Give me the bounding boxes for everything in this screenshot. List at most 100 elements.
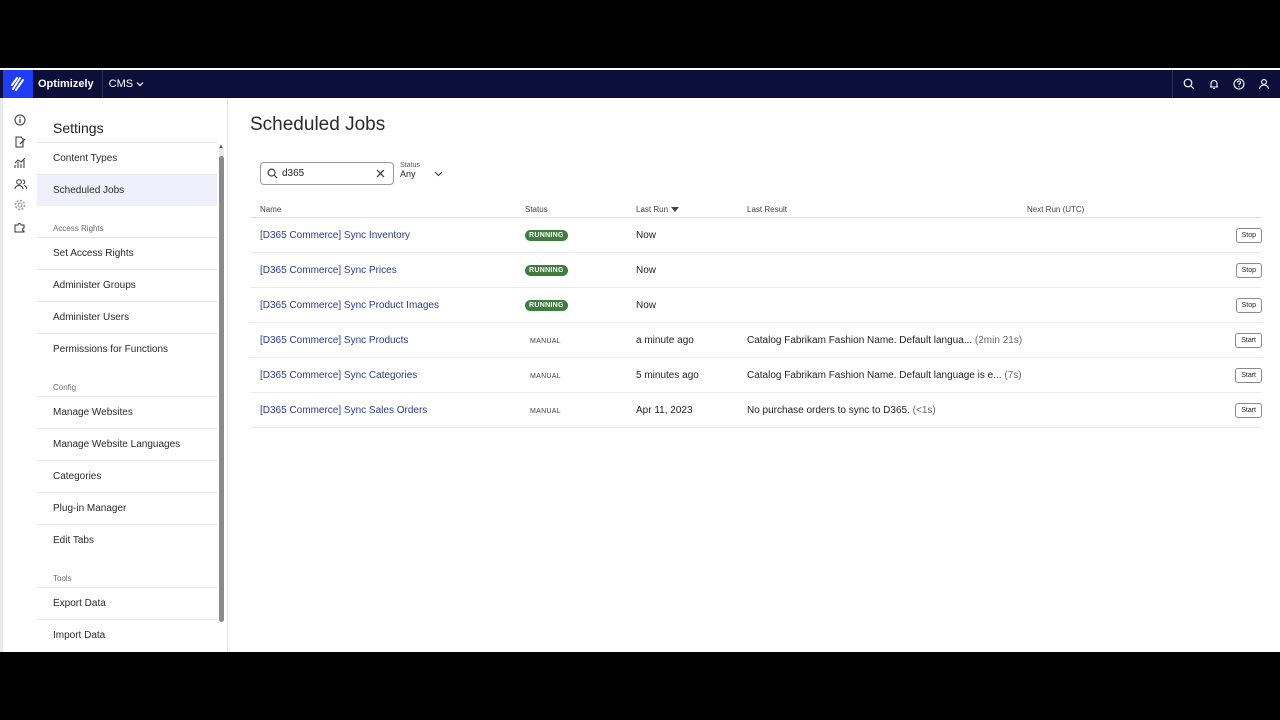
job-action-button[interactable]: Stop xyxy=(1235,297,1262,313)
sort-desc-icon xyxy=(671,207,680,213)
status-badge: RUNNING xyxy=(525,265,568,276)
column-last-run[interactable]: Last Run xyxy=(636,205,747,214)
edit-icon[interactable] xyxy=(13,135,27,149)
sidebar-item-edit-tabs[interactable]: Edit Tabs xyxy=(37,524,217,556)
sidebar-item-set-access-rights[interactable]: Set Access Rights xyxy=(37,237,217,269)
sidebar-list: Content Types Scheduled Jobs Access Rights… xyxy=(37,142,217,651)
column-next-run[interactable]: Next Run (UTC) xyxy=(1027,205,1212,214)
column-last-result[interactable]: Last Result xyxy=(747,205,1027,214)
sidebar-group-label: Access Rights xyxy=(53,224,104,233)
sidebar-item-administer-users[interactable]: Administer Users xyxy=(37,301,217,333)
nav-rail xyxy=(0,98,37,652)
job-action-button[interactable]: Start xyxy=(1235,332,1262,348)
settings-sidebar: Settings Content Types Scheduled Jobs Acce… xyxy=(37,98,228,652)
search-input[interactable] xyxy=(282,168,370,179)
jobs-table: Name Status Last Run Last Result Next Ru… xyxy=(250,202,1262,428)
table-header: Name Status Last Run Last Result Next Ru… xyxy=(250,202,1262,218)
last-result-cell: Catalog Fabrikam Fashion Name. Default l… xyxy=(747,335,1027,346)
sidebar-item-administer-groups[interactable]: Administer Groups xyxy=(37,269,217,301)
column-status[interactable]: Status xyxy=(525,205,636,214)
search-field[interactable] xyxy=(260,162,394,185)
sidebar-item-import-data[interactable]: Import Data xyxy=(37,619,217,651)
sidebar-item-permissions-for-functions[interactable]: Permissions for Functions xyxy=(37,333,217,365)
product-label: CMS xyxy=(108,78,134,90)
sidebar-item-manage-websites[interactable]: Manage Websites xyxy=(37,396,217,428)
scrollbar-thumb[interactable] xyxy=(219,156,224,622)
last-result-cell: No purchase orders to sync to D365. (<1s… xyxy=(747,405,1027,416)
column-name[interactable]: Name xyxy=(250,205,525,214)
job-action-button[interactable]: Start xyxy=(1235,402,1262,418)
duration-text: (<1s) xyxy=(912,404,936,416)
status-cell: MANUAL xyxy=(525,370,636,381)
last-result-cell: Catalog Fabrikam Fashion Name. Default l… xyxy=(747,370,1027,381)
sidebar-scrollbar[interactable] xyxy=(219,146,224,622)
clear-search-icon[interactable] xyxy=(376,169,385,178)
job-name-link[interactable]: [D365 Commerce] Sync Prices xyxy=(250,265,525,276)
table-row: [D365 Commerce] Sync Product Images RUNN… xyxy=(250,288,1262,323)
status-badge: RUNNING xyxy=(525,300,568,311)
puzzle-icon[interactable] xyxy=(13,220,27,234)
main-content: Scheduled Jobs Status Any Name Status La… xyxy=(228,98,1280,652)
job-action-button[interactable]: Start xyxy=(1235,367,1262,383)
table-row: [D365 Commerce] Sync Products MANUAL a m… xyxy=(250,323,1262,358)
sidebar-title: Settings xyxy=(53,120,104,136)
bell-icon[interactable] xyxy=(1206,76,1222,92)
status-filter[interactable]: Status Any xyxy=(400,162,443,179)
info-icon[interactable] xyxy=(13,113,27,127)
job-action-button[interactable]: Stop xyxy=(1235,227,1262,243)
status-cell: RUNNING xyxy=(525,229,636,241)
sidebar-group-label: Config xyxy=(53,383,77,392)
app-window: Optimizely CMS Settings Content Types Sc… xyxy=(0,68,1280,652)
user-icon[interactable] xyxy=(1256,76,1272,92)
sidebar-group-label: Tools xyxy=(53,574,72,583)
search-icon[interactable] xyxy=(1181,76,1197,92)
sidebar-item-categories[interactable]: Categories xyxy=(37,460,217,492)
job-name-link[interactable]: [D365 Commerce] Sync Products xyxy=(250,335,525,346)
search-icon xyxy=(267,168,278,179)
last-run-cell: Now xyxy=(636,229,657,241)
sidebar-item-scheduled-jobs[interactable]: Scheduled Jobs xyxy=(37,174,217,206)
action-cell: Stop xyxy=(1212,297,1262,313)
last-run-cell: 5 minutes ago xyxy=(636,369,699,381)
top-bar-actions xyxy=(1172,70,1280,98)
status-badge: MANUAL xyxy=(530,407,561,415)
brand-name: Optimizely xyxy=(38,78,94,90)
gear-icon[interactable] xyxy=(13,198,27,212)
status-cell: MANUAL xyxy=(525,335,636,346)
last-result-text: No purchase orders to sync to D365. xyxy=(747,404,910,416)
sidebar-item-content-types[interactable]: Content Types xyxy=(37,142,217,174)
job-name-link[interactable]: [D365 Commerce] Sync Inventory xyxy=(250,230,525,241)
table-row: [D365 Commerce] Sync Prices RUNNING Now … xyxy=(250,253,1262,288)
status-badge: RUNNING xyxy=(525,230,568,241)
sidebar-item-export-data[interactable]: Export Data xyxy=(37,587,217,619)
sidebar-item-plug-in-manager[interactable]: Plug-in Manager xyxy=(37,492,217,524)
table-row: [D365 Commerce] Sync Inventory RUNNING N… xyxy=(250,218,1262,253)
help-icon[interactable] xyxy=(1231,76,1247,92)
job-name-link[interactable]: [D365 Commerce] Sync Product Images xyxy=(250,300,525,311)
action-cell: Start xyxy=(1212,332,1262,348)
status-filter-value: Any xyxy=(400,169,416,179)
job-action-button[interactable]: Stop xyxy=(1235,262,1262,278)
last-run-cell: Apr 11, 2023 xyxy=(636,404,693,416)
sidebar-item-manage-website-languages[interactable]: Manage Website Languages xyxy=(37,428,217,460)
duration-text: (2min 21s) xyxy=(974,334,1023,346)
last-run-cell: Now xyxy=(636,264,657,276)
status-badge: MANUAL xyxy=(530,372,561,380)
page-title: Scheduled Jobs xyxy=(250,114,386,135)
chevron-down-icon xyxy=(136,82,144,87)
action-cell: Stop xyxy=(1212,227,1262,243)
table-body: [D365 Commerce] Sync Inventory RUNNING N… xyxy=(250,218,1262,428)
action-cell: Start xyxy=(1212,402,1262,418)
table-row: [D365 Commerce] Sync Sales Orders MANUAL… xyxy=(250,393,1262,428)
product-switcher[interactable]: CMS xyxy=(109,78,144,90)
optimizely-logo-icon[interactable] xyxy=(3,70,33,98)
users-icon[interactable] xyxy=(13,177,27,191)
table-row: [D365 Commerce] Sync Categories MANUAL 5… xyxy=(250,358,1262,393)
scroll-up-icon[interactable]: ▲ xyxy=(218,144,224,150)
job-name-link[interactable]: [D365 Commerce] Sync Categories xyxy=(250,370,525,381)
analytics-icon[interactable] xyxy=(13,156,27,170)
job-name-link[interactable]: [D365 Commerce] Sync Sales Orders xyxy=(250,405,525,416)
divider xyxy=(101,70,103,98)
last-run-cell: Now xyxy=(636,299,657,311)
status-filter-label: Status xyxy=(400,162,420,169)
